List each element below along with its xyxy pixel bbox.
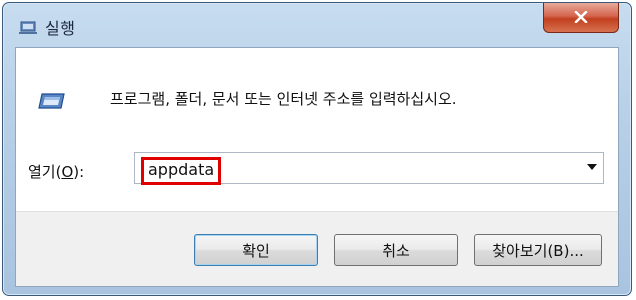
browse-button[interactable]: 찾아보기(B)...: [474, 234, 602, 266]
close-icon: [574, 8, 588, 27]
title-bar[interactable]: 실행: [3, 3, 631, 47]
run-dialog: 실행 프로그램, 폴더, 문서 또는 인터넷 주소를 입력하십시오. 열기(O)…: [2, 2, 632, 296]
dialog-content: 프로그램, 폴더, 문서 또는 인터넷 주소를 입력하십시오. 열기(O): a…: [15, 47, 619, 287]
open-label-suffix: ):: [73, 163, 85, 181]
open-combobox[interactable]: appdata: [134, 152, 604, 185]
instruction-text: 프로그램, 폴더, 문서 또는 인터넷 주소를 입력하십시오.: [110, 90, 457, 108]
window-title: 실행: [45, 19, 76, 38]
run-icon: [38, 88, 68, 112]
open-label: 열기(O):: [28, 161, 84, 182]
cancel-button[interactable]: 취소: [334, 234, 458, 266]
open-label-prefix: 열기(: [28, 163, 62, 181]
run-icon: [19, 19, 37, 34]
dropdown-arrow-icon[interactable]: [587, 164, 597, 170]
open-input[interactable]: appdata: [141, 157, 222, 185]
ok-button[interactable]: 확인: [194, 234, 318, 266]
button-bar: 확인 취소 찾아보기(B)...: [16, 211, 618, 286]
close-button[interactable]: [543, 3, 619, 33]
open-label-mnemonic: O: [61, 163, 74, 181]
